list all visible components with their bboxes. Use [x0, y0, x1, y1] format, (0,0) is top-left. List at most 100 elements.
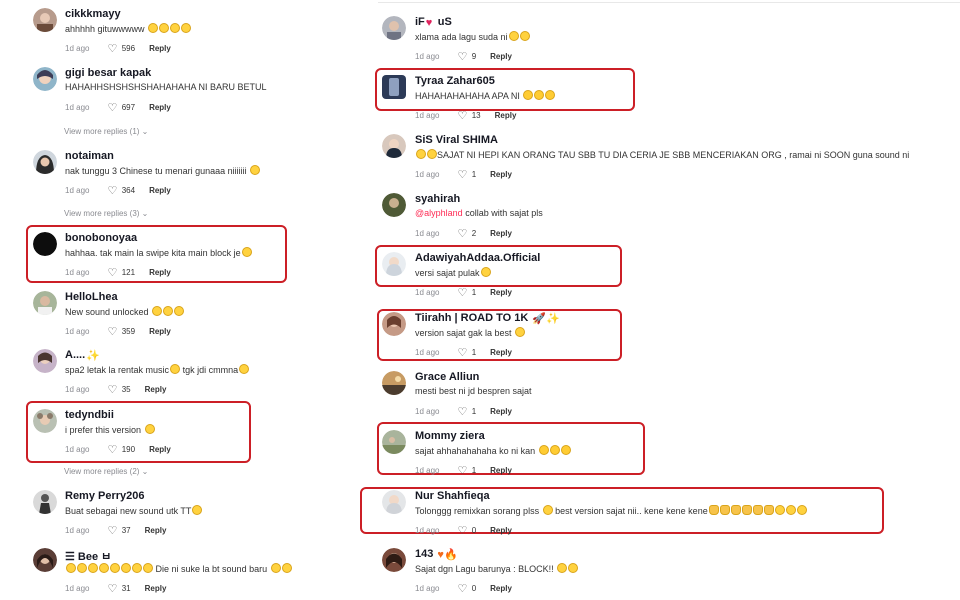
- heart-icon: ♡: [107, 267, 118, 279]
- view-more-replies[interactable]: View more replies (1) ⌄: [64, 127, 148, 136]
- avatar[interactable]: [33, 548, 57, 572]
- like-button[interactable]: ♡ 0: [457, 524, 476, 537]
- like-button[interactable]: ♡ 359: [107, 325, 135, 338]
- like-button[interactable]: ♡ 190: [107, 443, 135, 456]
- avatar[interactable]: [33, 8, 57, 32]
- reply-button[interactable]: Reply: [490, 170, 512, 179]
- avatar[interactable]: [33, 150, 57, 174]
- avatar[interactable]: [33, 67, 57, 91]
- username[interactable]: tedyndbii: [65, 409, 114, 421]
- like-button[interactable]: ♡ 697: [107, 101, 135, 114]
- username[interactable]: bonobonoyaa: [65, 232, 137, 244]
- like-button[interactable]: ♡ 1: [457, 346, 476, 359]
- username[interactable]: Mommy ziera: [415, 430, 485, 442]
- username[interactable]: iF♥ uS: [415, 16, 452, 29]
- avatar[interactable]: [382, 252, 406, 276]
- user-mention-link[interactable]: @alyphland: [415, 208, 463, 218]
- like-button[interactable]: ♡ 121: [107, 266, 135, 279]
- avatar[interactable]: [382, 371, 406, 395]
- reply-button[interactable]: Reply: [490, 407, 512, 416]
- rofl-emoji-icon: [545, 90, 556, 100]
- like-button[interactable]: ♡ 37: [107, 524, 130, 537]
- like-button[interactable]: ♡ 364: [107, 184, 135, 197]
- username[interactable]: gigi besar kapak: [65, 67, 151, 79]
- like-button[interactable]: ♡ 1: [457, 405, 476, 418]
- avatar[interactable]: [382, 134, 406, 158]
- username[interactable]: HelloLhea: [65, 291, 118, 303]
- like-button[interactable]: ♡ 1: [457, 464, 476, 477]
- view-more-replies[interactable]: View more replies (2) ⌄: [64, 467, 148, 476]
- comment-text: @alyphland collab with sajat pls: [415, 208, 543, 218]
- laughing-emoji-icon: [143, 563, 153, 573]
- reply-button[interactable]: Reply: [149, 445, 171, 454]
- timestamp: 1d ago: [415, 111, 440, 120]
- like-button[interactable]: ♡ 9: [457, 50, 476, 63]
- username[interactable]: AdawiyahAddaa.Official: [415, 252, 540, 264]
- reply-button[interactable]: Reply: [145, 526, 167, 535]
- like-button[interactable]: ♡ 1: [457, 168, 476, 181]
- laughing-emoji-icon: [144, 424, 155, 434]
- like-button[interactable]: ♡ 1: [457, 286, 476, 299]
- avatar[interactable]: [33, 291, 57, 315]
- reply-button[interactable]: Reply: [149, 268, 171, 277]
- username[interactable]: syahirah: [415, 193, 460, 205]
- like-count: 0: [471, 584, 477, 593]
- avatar[interactable]: [382, 548, 406, 572]
- like-count: 31: [121, 584, 131, 593]
- like-button[interactable]: ♡ 35: [107, 383, 130, 396]
- reply-button[interactable]: Reply: [145, 385, 167, 394]
- username[interactable]: Tyraa Zahar605: [415, 75, 495, 87]
- like-button[interactable]: ♡ 2: [457, 227, 476, 240]
- like-count: 121: [121, 268, 136, 277]
- heart-icon: ♡: [107, 102, 118, 114]
- reply-button[interactable]: Reply: [145, 584, 167, 593]
- reply-button[interactable]: Reply: [490, 288, 512, 297]
- username[interactable]: Remy Perry206: [65, 490, 145, 502]
- comment-meta: 1d ago ♡ 1 Reply: [415, 346, 512, 359]
- reply-button[interactable]: Reply: [490, 466, 512, 475]
- avatar[interactable]: [382, 193, 406, 217]
- like-count: 1: [471, 466, 477, 475]
- reply-button[interactable]: Reply: [149, 44, 171, 53]
- comment-item: Remy Perry206 Buat sebagai new sound utk…: [0, 490, 350, 540]
- like-count: 35: [121, 385, 131, 394]
- reply-button[interactable]: Reply: [490, 526, 512, 535]
- laughing-emoji-icon: [152, 306, 163, 316]
- reply-button[interactable]: Reply: [495, 111, 517, 120]
- username[interactable]: 143 ♥🔥: [415, 548, 458, 561]
- like-button[interactable]: ♡ 13: [457, 109, 480, 122]
- avatar[interactable]: [33, 232, 57, 256]
- comment-text: Sajat dgn Lagu barunya : BLOCK!!: [415, 563, 579, 574]
- reply-button[interactable]: Reply: [149, 103, 171, 112]
- username[interactable]: SiS Viral SHIMA: [415, 134, 498, 146]
- avatar[interactable]: [382, 16, 406, 40]
- username[interactable]: Grace Alliun: [415, 371, 479, 383]
- timestamp: 1d ago: [65, 526, 90, 535]
- comment-meta: 1d ago ♡ 0 Reply: [415, 524, 512, 537]
- like-button[interactable]: ♡ 31: [107, 582, 130, 595]
- avatar[interactable]: [382, 430, 406, 454]
- like-button[interactable]: ♡ 0: [457, 582, 476, 595]
- username[interactable]: Tiirahh | ROAD TO 1K 🚀✨: [415, 312, 560, 325]
- username[interactable]: A....✨: [65, 349, 100, 362]
- avatar[interactable]: [382, 312, 406, 336]
- comment-text: sajat ahhahahahaha ko ni kan: [415, 445, 571, 456]
- laughing-emoji-icon: [170, 364, 181, 374]
- username[interactable]: Nur Shahfieqa: [415, 490, 490, 502]
- reply-button[interactable]: Reply: [490, 348, 512, 357]
- username[interactable]: notaiman: [65, 150, 114, 162]
- view-more-replies[interactable]: View more replies (3) ⌄: [64, 209, 148, 218]
- reply-button[interactable]: Reply: [490, 229, 512, 238]
- reply-button[interactable]: Reply: [149, 327, 171, 336]
- avatar[interactable]: [33, 409, 57, 433]
- reply-button[interactable]: Reply: [149, 186, 171, 195]
- username[interactable]: cikkkmayy: [65, 8, 121, 20]
- avatar[interactable]: [382, 490, 406, 514]
- avatar[interactable]: [382, 75, 406, 99]
- reply-button[interactable]: Reply: [490, 52, 512, 61]
- username[interactable]: ☰ Bee ㅂ: [65, 548, 111, 564]
- reply-button[interactable]: Reply: [490, 584, 512, 593]
- avatar[interactable]: [33, 349, 57, 373]
- like-button[interactable]: ♡ 596: [107, 42, 135, 55]
- avatar[interactable]: [33, 490, 57, 514]
